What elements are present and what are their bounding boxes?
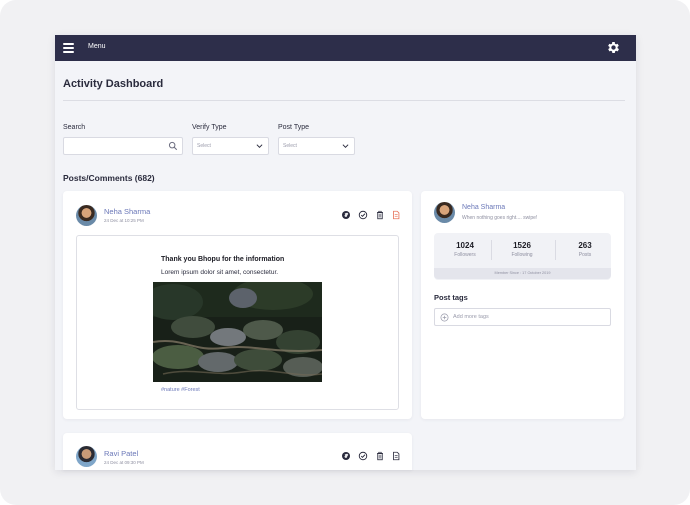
post-tags-title: Post tags — [434, 293, 468, 302]
following-label: Following — [511, 252, 533, 258]
post-type-label: Post Type — [278, 124, 310, 131]
menu-label[interactable]: Menu — [88, 43, 106, 50]
search-label: Search — [63, 124, 86, 131]
flag-report-icon[interactable] — [391, 210, 401, 220]
verify-type-select[interactable]: Select — [192, 137, 269, 155]
post-hashtags[interactable]: #nature #Forest — [161, 387, 200, 393]
post-author-name[interactable]: Ravi Patel — [104, 449, 138, 458]
post-body: Lorem ipsum dolor sit amet, consectetur. — [161, 269, 279, 276]
post-author-name[interactable]: Neha Sharma — [104, 207, 150, 216]
followers-count: 1024 — [456, 241, 474, 250]
profile-name[interactable]: Neha Sharma — [462, 204, 505, 211]
posts-count: 263 — [578, 241, 592, 250]
title-divider — [63, 100, 625, 101]
search-input[interactable] — [63, 137, 183, 155]
post-date: 24 Dec at 09:30 PM — [104, 460, 144, 465]
avatar[interactable] — [76, 205, 97, 226]
check-circle-icon[interactable] — [358, 210, 368, 220]
profile-status: When nothing goes right.... swipe! — [462, 215, 538, 221]
forest-photo — [153, 282, 322, 382]
profile-panel — [421, 191, 624, 419]
avatar[interactable] — [76, 446, 97, 467]
hamburger-menu-icon[interactable] — [63, 43, 74, 53]
stats-separator — [491, 240, 492, 260]
post-image[interactable] — [153, 282, 322, 382]
stats-separator — [555, 240, 556, 260]
avatar[interactable] — [434, 202, 455, 223]
top-navigation-bar: Menu — [55, 35, 636, 61]
trash-icon[interactable] — [375, 210, 385, 220]
plus-circle-icon[interactable] — [440, 313, 449, 322]
page-title: Activity Dashboard — [63, 78, 164, 90]
check-circle-icon[interactable] — [358, 451, 368, 461]
member-since: Member Since : 17 October 2019 — [494, 271, 551, 275]
verify-type-label: Verify Type — [192, 124, 227, 131]
verify-type-value: Select — [197, 143, 211, 149]
post-type-value: Select — [283, 143, 297, 149]
search-icon[interactable] — [168, 141, 178, 151]
add-tags-input[interactable]: Add more tags — [434, 308, 611, 326]
post-date: 24 Dec at 10:25 PM — [104, 218, 144, 223]
add-tags-placeholder: Add more tags — [453, 314, 489, 320]
post-title: Thank you Bhopu for the information — [161, 256, 285, 263]
chevron-down-icon — [342, 144, 349, 148]
globe-icon[interactable] — [341, 451, 351, 461]
flag-report-icon[interactable] — [391, 451, 401, 461]
posts-label: Posts — [578, 252, 592, 258]
posts-section-title: Posts/Comments (682) — [63, 173, 155, 183]
followers-label: Followers — [454, 252, 476, 258]
post-type-select[interactable]: Select — [278, 137, 355, 155]
chevron-down-icon — [256, 144, 263, 148]
settings-gear-icon[interactable] — [606, 40, 621, 55]
following-count: 1526 — [513, 241, 531, 250]
globe-icon[interactable] — [341, 210, 351, 220]
trash-icon[interactable] — [375, 451, 385, 461]
